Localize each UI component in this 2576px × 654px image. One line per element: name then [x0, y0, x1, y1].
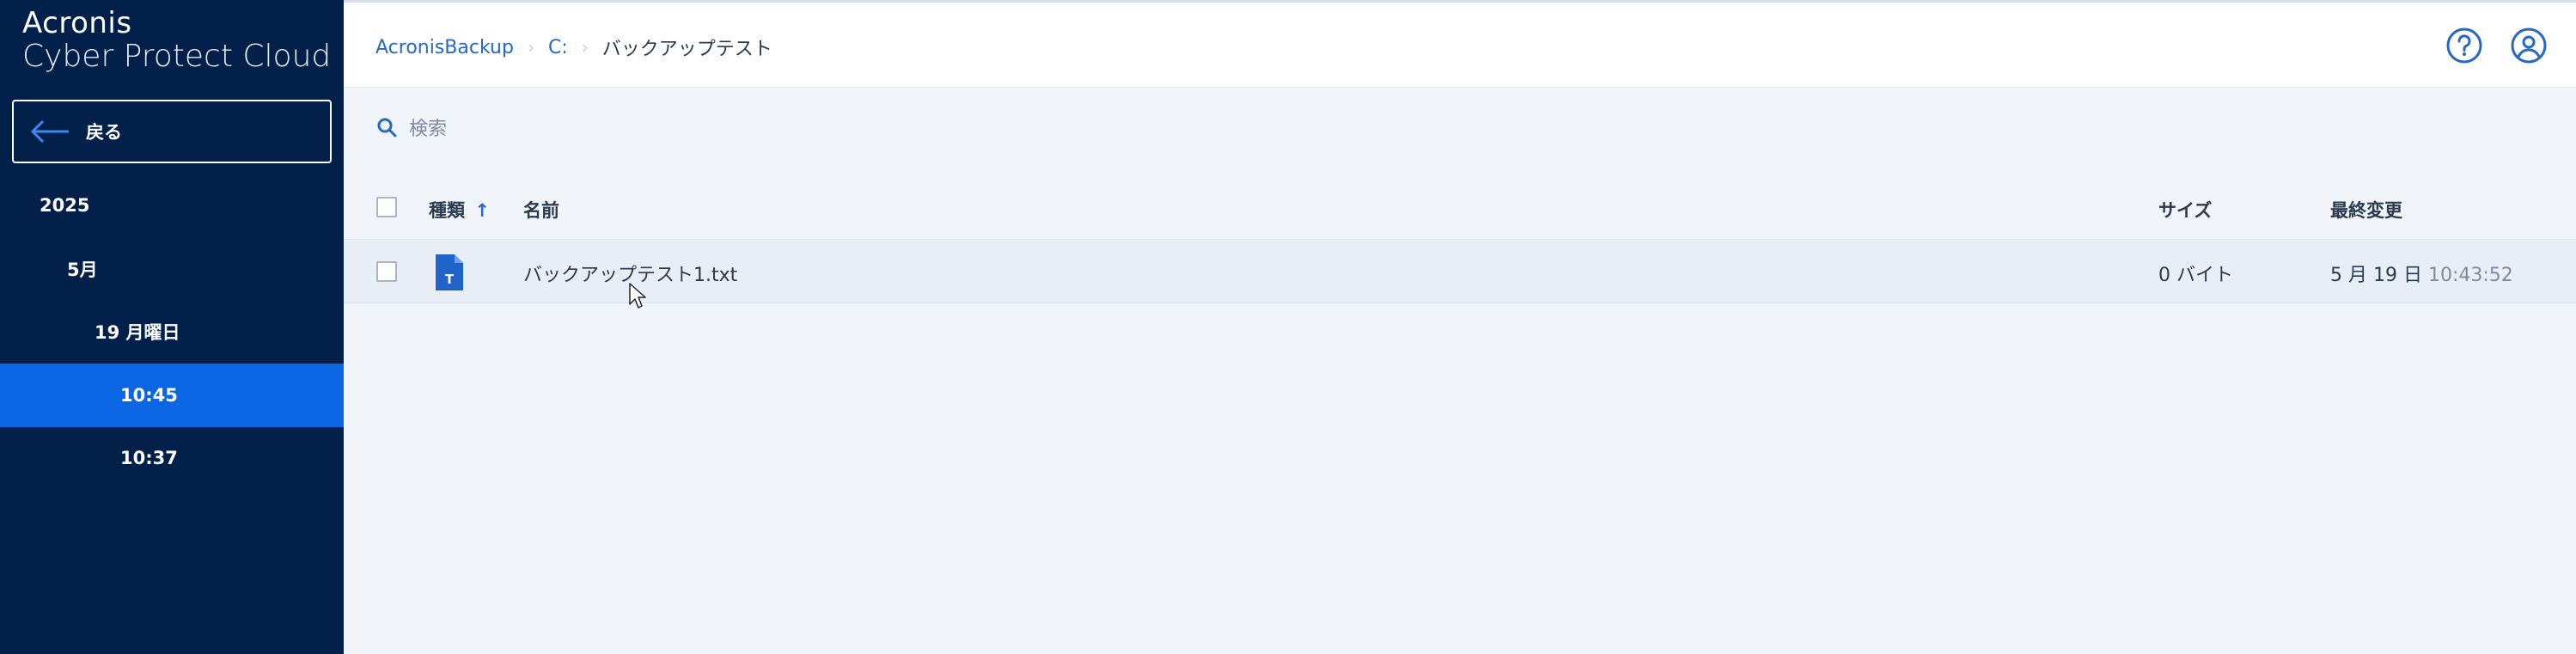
tree-item-year[interactable]: 2025 — [0, 174, 344, 237]
column-header-type-label: 種類 — [429, 200, 465, 221]
acronis-logo: Acronis Cyber Protect Cloud — [22, 9, 331, 72]
mouse-cursor-icon — [628, 282, 647, 311]
search-icon — [376, 117, 397, 141]
select-all-checkbox[interactable] — [376, 197, 397, 217]
tree-item-label: 10:45 — [120, 385, 178, 406]
user-icon[interactable] — [2510, 27, 2548, 64]
modified-time: 10:43:52 — [2427, 265, 2513, 286]
table-header: 種類 ↑ 名前 サイズ 最終変更 — [344, 176, 2576, 240]
table-row[interactable]: T バックアップテスト1.txt 0 バイト 5 月 19 日 10:43:52 — [344, 241, 2576, 303]
column-header-name[interactable]: 名前 — [523, 197, 559, 223]
file-type-letter: T — [445, 272, 455, 287]
chevron-right-icon: › — [581, 37, 589, 58]
tree-item-time-selected[interactable]: 10:45 — [0, 364, 344, 427]
back-button-label: 戻る — [86, 122, 122, 143]
search-bar — [376, 117, 837, 141]
arrow-left-icon — [29, 119, 70, 144]
tree-item-label: 19 月曜日 — [95, 322, 180, 343]
tree-item-time[interactable]: 10:37 — [0, 426, 344, 490]
search-input[interactable] — [407, 117, 837, 141]
column-header-size[interactable]: サイズ — [2158, 197, 2212, 223]
tree-item-label: 10:37 — [120, 448, 178, 468]
sort-arrow-up-icon: ↑ — [474, 200, 490, 221]
tree-item-label: 2025 — [40, 195, 90, 216]
modified-date: 5 月 19 日 — [2330, 265, 2422, 286]
tree-item-label: 5月 — [67, 260, 98, 280]
row-checkbox[interactable] — [376, 261, 397, 282]
breadcrumb-item-drive[interactable]: C: — [548, 37, 568, 58]
column-header-modified[interactable]: 最終変更 — [2330, 197, 2402, 223]
back-button[interactable]: 戻る — [12, 100, 332, 163]
file-modified: 5 月 19 日 10:43:52 — [2330, 260, 2513, 287]
file-size: 0 バイト — [2158, 265, 2233, 286]
tree-item-month[interactable]: 5月 — [0, 237, 344, 301]
sidebar: Acronis Cyber Protect Cloud 戻る 2025 5月 1… — [0, 0, 344, 654]
logo-product: Cyber Protect Cloud — [22, 39, 332, 74]
tree-item-day[interactable]: 19 月曜日 — [0, 300, 344, 364]
chevron-right-icon: › — [527, 37, 534, 58]
breadcrumb: AcronisBackup › C: › バックアップテスト — [375, 34, 772, 61]
breadcrumb-item-backup[interactable]: AcronisBackup — [375, 37, 514, 58]
text-file-icon: T — [436, 254, 463, 294]
header-bar: AcronisBackup › C: › バックアップテスト — [344, 0, 2576, 88]
help-icon[interactable] — [2445, 27, 2483, 64]
logo-brand: Acronis — [22, 6, 132, 40]
breadcrumb-current: バックアップテスト — [601, 39, 772, 60]
column-header-type[interactable]: 種類 ↑ — [429, 197, 490, 223]
